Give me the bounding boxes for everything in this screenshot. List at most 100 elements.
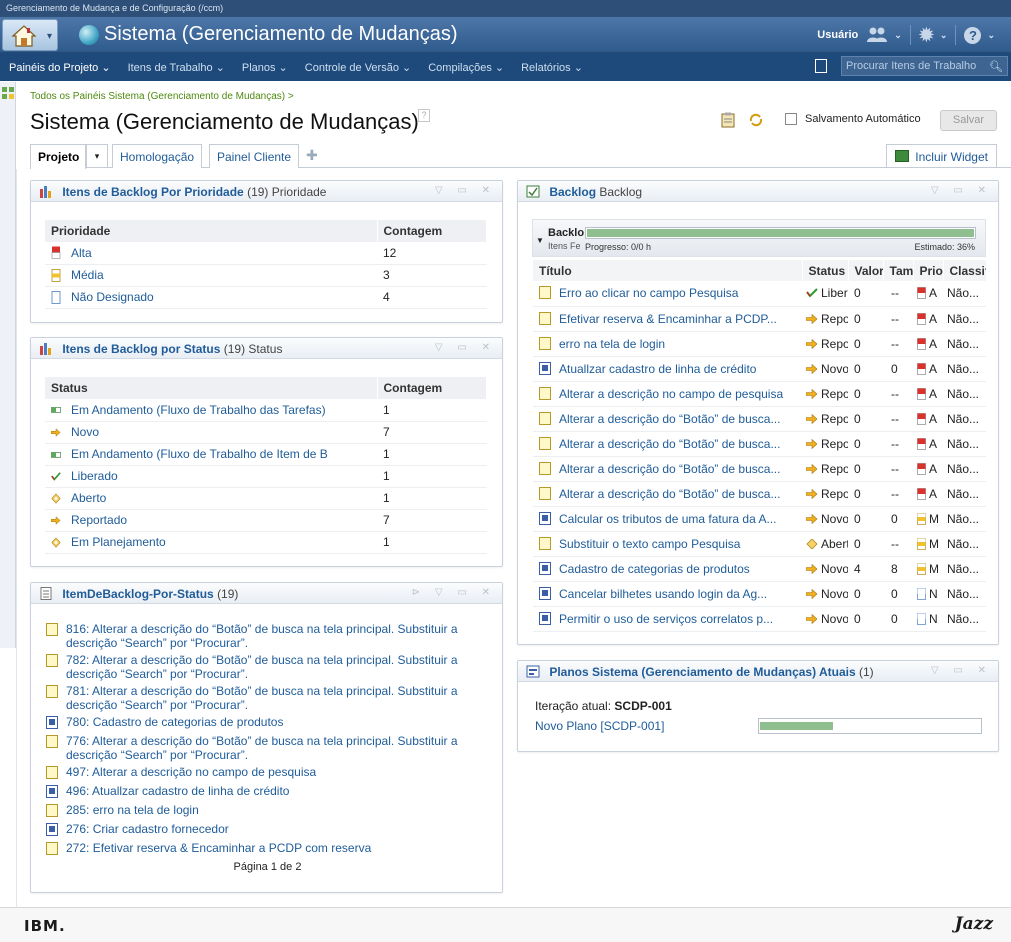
- table-row[interactable]: Alterar a descrição do “Botão” de busca.…: [533, 481, 986, 507]
- list-item[interactable]: 782: Alterar a descrição do “Botão” de b…: [46, 653, 506, 681]
- user-menu-label[interactable]: Usuário: [817, 29, 858, 41]
- chevron-down-icon[interactable]: ⌄: [894, 30, 902, 41]
- list-item[interactable]: 276: Criar cadastro fornecedor: [46, 822, 506, 836]
- list-item[interactable]: 497: Alterar a descrição no campo de pes…: [46, 765, 506, 779]
- table-row[interactable]: Cancelar bilhetes usando login da Ag... N…: [533, 581, 986, 607]
- table-row[interactable]: Erro ao clicar no campo Pesquisa Liberado…: [533, 281, 986, 307]
- list-item[interactable]: 272: Efetivar reserva & Encaminhar a PCD…: [46, 841, 506, 855]
- table-row[interactable]: Calcular os tributos de uma fatura da A.…: [533, 506, 986, 532]
- backlog-item-title[interactable]: erro na tela de login: [559, 337, 665, 351]
- table-row[interactable]: erro na tela de login Reportado 0 -- A Não...: [533, 331, 986, 357]
- chevron-down-icon[interactable]: ⌄: [987, 30, 995, 41]
- clipboard-icon[interactable]: [720, 112, 736, 128]
- column-header[interactable]: Status: [802, 260, 849, 281]
- menu-work-items[interactable]: Itens de Trabalho ⌄: [128, 61, 225, 74]
- backlog-item-title[interactable]: Alterar a descrição do “Botão” de busca.…: [559, 412, 780, 426]
- widget-header[interactable]: Itens de Backlog Por Prioridade (19) Pri…: [31, 181, 502, 202]
- breadcrumb[interactable]: Todos os Painéis Sistema (Gerenciamento …: [30, 91, 294, 102]
- table-row[interactable]: Não Designado 4: [45, 286, 487, 309]
- backlog-item-title[interactable]: Permitir o uso de serviços correlatos p.…: [559, 612, 773, 626]
- backlog-item-title[interactable]: Alterar a descrição no campo de pesquisa: [559, 387, 783, 401]
- search-input[interactable]: Procurar Itens de Trabalho 🔍︎: [841, 56, 1008, 76]
- column-header[interactable]: Prio: [913, 260, 944, 281]
- menu-source-control[interactable]: Controle de Versão ⌄: [305, 61, 411, 74]
- table-row[interactable]: Alterar a descrição do “Botão” de busca.…: [533, 406, 986, 432]
- tab-projeto[interactable]: Projeto: [30, 144, 86, 169]
- tab-homologacao[interactable]: Homologação: [112, 144, 203, 168]
- table-row[interactable]: Substituir o texto campo Pesquisa Aberto 0…: [533, 531, 986, 557]
- table-row[interactable]: Cadastro de categorias de produtos Novo 4 8…: [533, 556, 986, 582]
- list-item[interactable]: 496: Atuallzar cadastro de linha de créd…: [46, 784, 506, 798]
- backlog-item-title[interactable]: Calcular os tributos de uma fatura da A.…: [559, 512, 776, 526]
- pager[interactable]: Página 1 de 2: [31, 861, 504, 873]
- table-row[interactable]: Alterar a descrição no campo de pesquisa…: [533, 381, 986, 407]
- backlog-item-title[interactable]: Cancelar bilhetes usando login da Ag...: [559, 587, 767, 601]
- autosave-toggle[interactable]: Salvamento Automático: [785, 113, 921, 125]
- column-header[interactable]: Status: [45, 377, 378, 399]
- plan-link[interactable]: Novo Plano [SCDP-001]: [535, 719, 664, 733]
- table-row[interactable]: Permitir o uso de serviços correlatos p.…: [533, 606, 986, 632]
- dashboard-grid-icon[interactable]: [2, 87, 14, 99]
- list-item[interactable]: 776: Alterar a descrição do “Botão” de b…: [46, 734, 506, 762]
- widget-controls[interactable]: ▽ ▭ ✕: [931, 665, 992, 676]
- backlog-item-title[interactable]: Alterar a descrição do “Botão” de busca.…: [559, 487, 780, 501]
- menu-builds[interactable]: Compilações ⌄: [428, 61, 504, 74]
- column-header[interactable]: Tam: [883, 260, 914, 281]
- list-item[interactable]: 780: Cadastro de categorias de produtos: [46, 715, 506, 729]
- table-row[interactable]: Efetivar reserva & Encaminhar a PCDP... R…: [533, 306, 986, 332]
- help-icon[interactable]: ?: [964, 26, 982, 44]
- column-header[interactable]: Contagem: [377, 377, 487, 399]
- left-rail[interactable]: [0, 82, 16, 648]
- table-row[interactable]: Alterar a descrição do “Botão” de busca.…: [533, 431, 986, 457]
- refresh-icon[interactable]: [748, 112, 764, 128]
- help-icon[interactable]: ?: [418, 109, 430, 122]
- column-header[interactable]: Prioridade: [45, 220, 378, 242]
- users-icon[interactable]: [866, 26, 888, 45]
- widget-header[interactable]: Backlog Backlog ▽ ▭ ✕: [518, 181, 998, 202]
- menu-reports[interactable]: Relatórios ⌄: [521, 61, 583, 74]
- table-row[interactable]: Liberado 1: [45, 465, 487, 488]
- list-item[interactable]: 781: Alterar a descrição do “Botão” de b…: [46, 684, 506, 712]
- widget-header[interactable]: ItemDeBacklog-Por-Status (19) ⊳ ▽ ▭ ✕: [31, 583, 502, 604]
- backlog-item-title[interactable]: Alterar a descrição do “Botão” de busca.…: [559, 437, 780, 451]
- column-header[interactable]: Classif: [943, 260, 987, 281]
- add-tab-icon[interactable]: ✚: [306, 147, 318, 164]
- backlog-item-title[interactable]: Alterar a descrição do “Botão” de busca.…: [559, 462, 780, 476]
- tab-menu-chevron[interactable]: ▾: [86, 144, 108, 168]
- table-row[interactable]: Média 3: [45, 264, 487, 287]
- table-row[interactable]: Alterar a descrição do “Botão” de busca.…: [533, 456, 986, 482]
- menu-project-dashboards[interactable]: Painéis do Projeto ⌄: [9, 61, 111, 74]
- table-row[interactable]: Em Andamento (Fluxo de Trabalho de Item …: [45, 443, 487, 466]
- add-widget-button[interactable]: Incluir Widget: [886, 144, 997, 168]
- menu-plans[interactable]: Planos ⌄: [242, 61, 288, 74]
- widget-controls[interactable]: ▽ ▭ ✕: [931, 185, 992, 196]
- widget-header[interactable]: Planos Sistema (Gerenciamento de Mudança…: [518, 661, 998, 682]
- table-row[interactable]: Alta 12: [45, 242, 487, 265]
- column-header[interactable]: Valor: [848, 260, 884, 281]
- backlog-item-title[interactable]: Atuallzar cadastro de linha de crédito: [559, 362, 756, 376]
- widget-header[interactable]: Itens de Backlog por Status (19) Status …: [31, 338, 502, 359]
- backlog-item-title[interactable]: Efetivar reserva & Encaminhar a PCDP...: [559, 312, 777, 326]
- list-item[interactable]: 285: erro na tela de login: [46, 803, 506, 817]
- widget-controls[interactable]: ⊳ ▽ ▭ ✕: [412, 587, 496, 598]
- table-row[interactable]: Aberto 1: [45, 487, 487, 510]
- backlog-group-header[interactable]: ▼ Backlo Itens Fe Progresso: 0/0 h Estim…: [532, 219, 986, 257]
- backlog-item-title[interactable]: Substituir o texto campo Pesquisa: [559, 537, 740, 551]
- list-item[interactable]: 816: Alterar a descrição do “Botão” de b…: [46, 622, 506, 650]
- table-row[interactable]: Em Andamento (Fluxo de Trabalho das Tare…: [45, 399, 487, 422]
- autosave-checkbox[interactable]: [785, 113, 797, 125]
- tab-painel-cliente[interactable]: Painel Cliente: [209, 144, 300, 168]
- search-icon[interactable]: 🔍︎: [989, 60, 1003, 73]
- table-row[interactable]: Reportado 7: [45, 509, 487, 532]
- gear-icon[interactable]: ✹: [919, 25, 934, 46]
- chevron-down-icon[interactable]: ⌄: [940, 30, 948, 41]
- table-row[interactable]: Novo 7: [45, 421, 487, 444]
- table-row[interactable]: Em Planejamento 1: [45, 531, 487, 554]
- work-item-type-icon[interactable]: [815, 59, 827, 73]
- widget-controls[interactable]: ▽ ▭ ✕: [435, 185, 496, 196]
- collapse-icon[interactable]: ▼: [536, 236, 544, 245]
- widget-controls[interactable]: ▽ ▭ ✕: [435, 342, 496, 353]
- table-row[interactable]: Atuallzar cadastro de linha de crédito No…: [533, 356, 986, 382]
- column-header[interactable]: Título: [533, 260, 803, 281]
- backlog-item-title[interactable]: Erro ao clicar no campo Pesquisa: [559, 286, 738, 300]
